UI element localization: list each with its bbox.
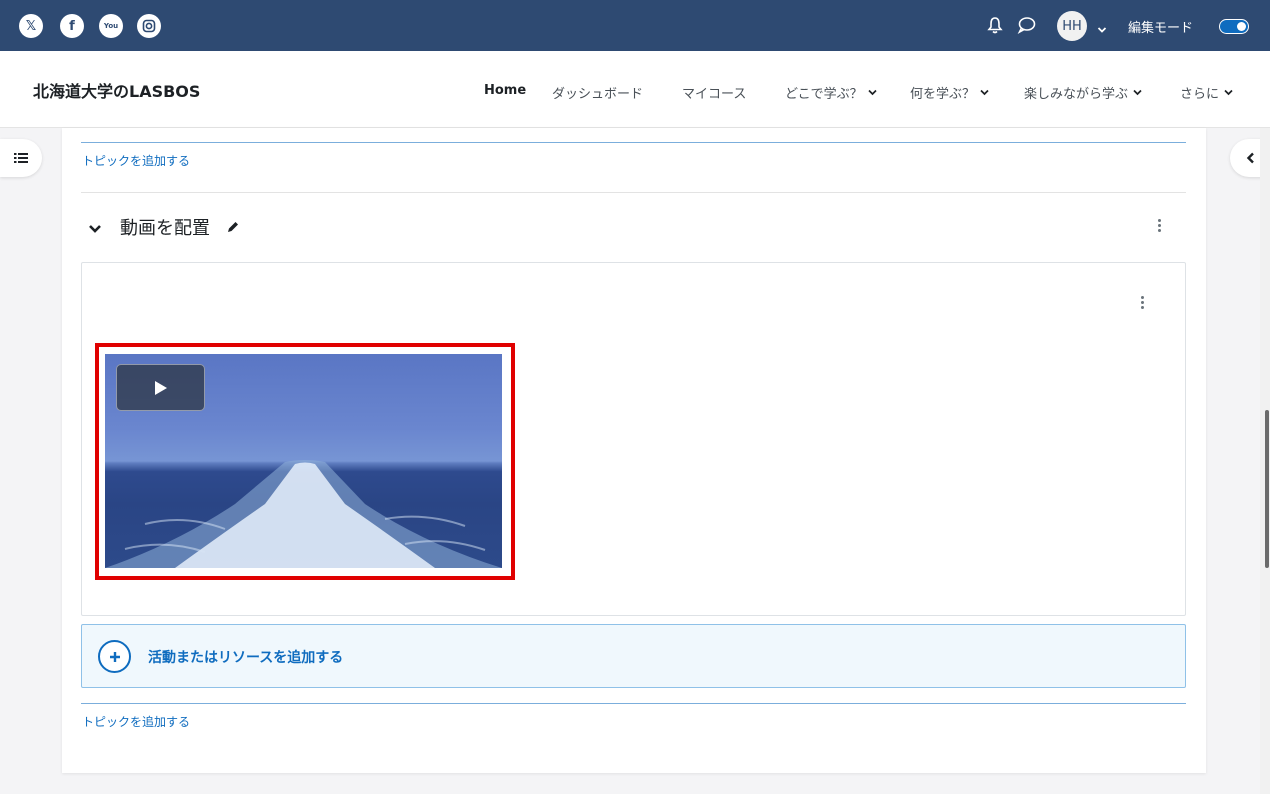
notification-bell-icon[interactable] (987, 16, 1003, 34)
section-collapse-chevron-icon[interactable] (88, 219, 102, 238)
course-index-drawer-button[interactable] (0, 139, 42, 177)
section-divider (81, 192, 1186, 193)
play-icon (154, 380, 167, 395)
add-activity-label[interactable]: 活動またはリソースを追加する (148, 647, 343, 667)
chevron-down-icon (868, 89, 877, 96)
list-icon (14, 153, 28, 163)
section-divider (81, 142, 1186, 143)
add-topic-link-top[interactable]: トピックを追加する (82, 152, 190, 169)
site-brand[interactable]: 北海道大学のLASBOS (33, 78, 200, 102)
nav-home[interactable]: Home (484, 83, 526, 98)
activity-actions-kebab-icon[interactable] (1141, 296, 1145, 309)
user-menu-chevron-down-icon[interactable] (1097, 19, 1107, 38)
page-scrollbar-thumb[interactable] (1265, 410, 1269, 568)
chevron-left-icon (1246, 152, 1254, 164)
edit-mode-label: 編集モード (1128, 21, 1194, 36)
x-social-icon[interactable]: 𝕏 (19, 14, 43, 38)
primary-navigation: 北海道大学のLASBOS Home ダッシュボード マイコース どこで学ぶ？ 何… (0, 51, 1270, 128)
nav-learn-with-fun[interactable]: 楽しみながら学ぶ (1024, 83, 1142, 102)
section-title[interactable]: 動画を配置 (120, 214, 210, 240)
edit-mode-toggle[interactable] (1219, 19, 1249, 34)
chevron-down-icon (1224, 89, 1233, 96)
section-divider (81, 703, 1186, 704)
facebook-social-icon[interactable]: f (60, 14, 84, 38)
youtube-social-icon[interactable]: You (99, 14, 123, 38)
chevron-down-icon (980, 89, 989, 96)
nav-where-to-learn[interactable]: どこで学ぶ？ (785, 83, 877, 102)
messages-chat-icon[interactable] (1017, 16, 1036, 34)
section-actions-kebab-icon[interactable] (1158, 219, 1162, 232)
nav-dashboard[interactable]: ダッシュボード (552, 83, 643, 102)
nav-more[interactable]: さらに (1180, 83, 1233, 102)
edit-pencil-icon[interactable] (226, 219, 240, 238)
chevron-down-icon (1133, 89, 1142, 96)
nav-what-to-learn[interactable]: 何を学ぶ？ (910, 83, 989, 102)
video-play-button[interactable] (116, 364, 205, 411)
add-topic-link-bottom[interactable]: トピックを追加する (82, 713, 190, 730)
user-avatar[interactable]: HH (1057, 11, 1087, 41)
add-plus-icon[interactable] (98, 640, 131, 673)
nav-my-courses[interactable]: マイコース (682, 83, 746, 102)
instagram-social-icon[interactable] (137, 14, 161, 38)
